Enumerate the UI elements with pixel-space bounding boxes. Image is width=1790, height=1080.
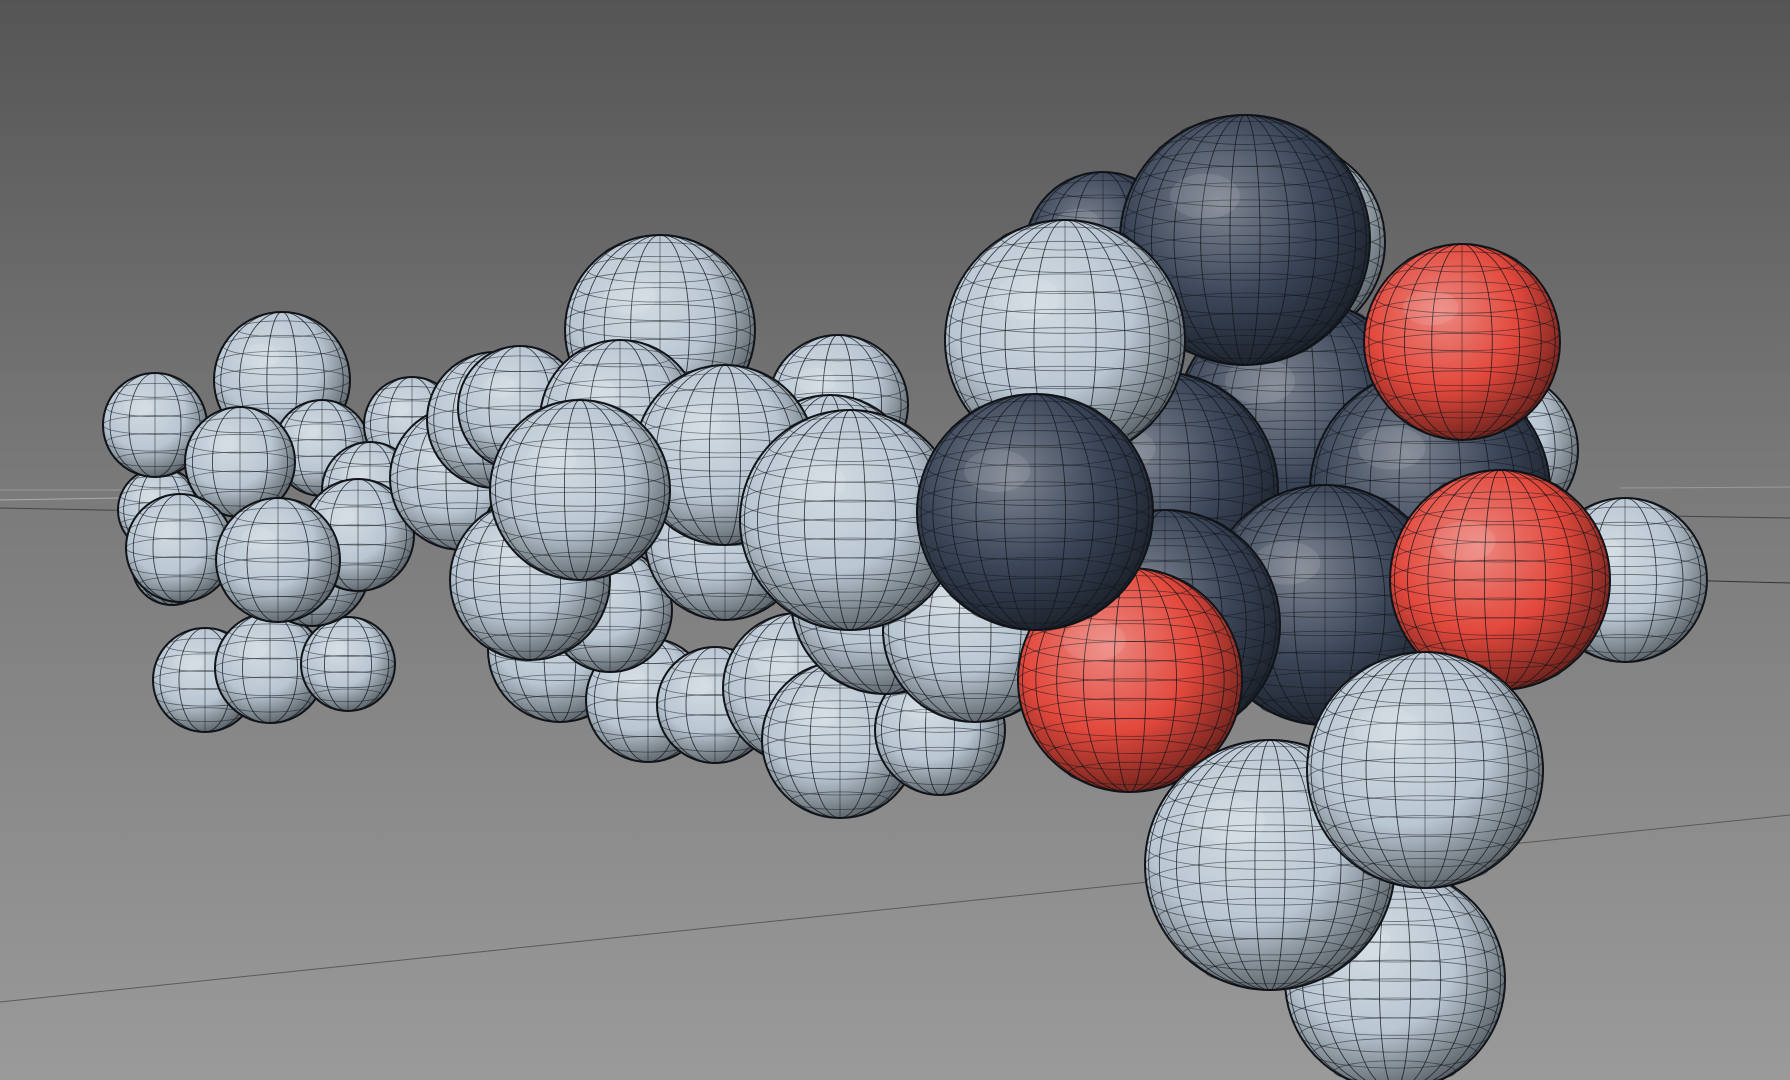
hydrogen-atom[interactable] bbox=[489, 399, 671, 581]
3d-viewport[interactable] bbox=[0, 0, 1790, 1080]
molecule-scene[interactable] bbox=[0, 0, 1790, 1080]
carbon-atom[interactable] bbox=[916, 393, 1154, 631]
hydrogen-atom[interactable] bbox=[1306, 651, 1544, 889]
oxygen-atom[interactable] bbox=[1363, 243, 1561, 441]
hydrogen-atom[interactable] bbox=[300, 616, 396, 712]
hydrogen-atom[interactable] bbox=[215, 497, 341, 623]
